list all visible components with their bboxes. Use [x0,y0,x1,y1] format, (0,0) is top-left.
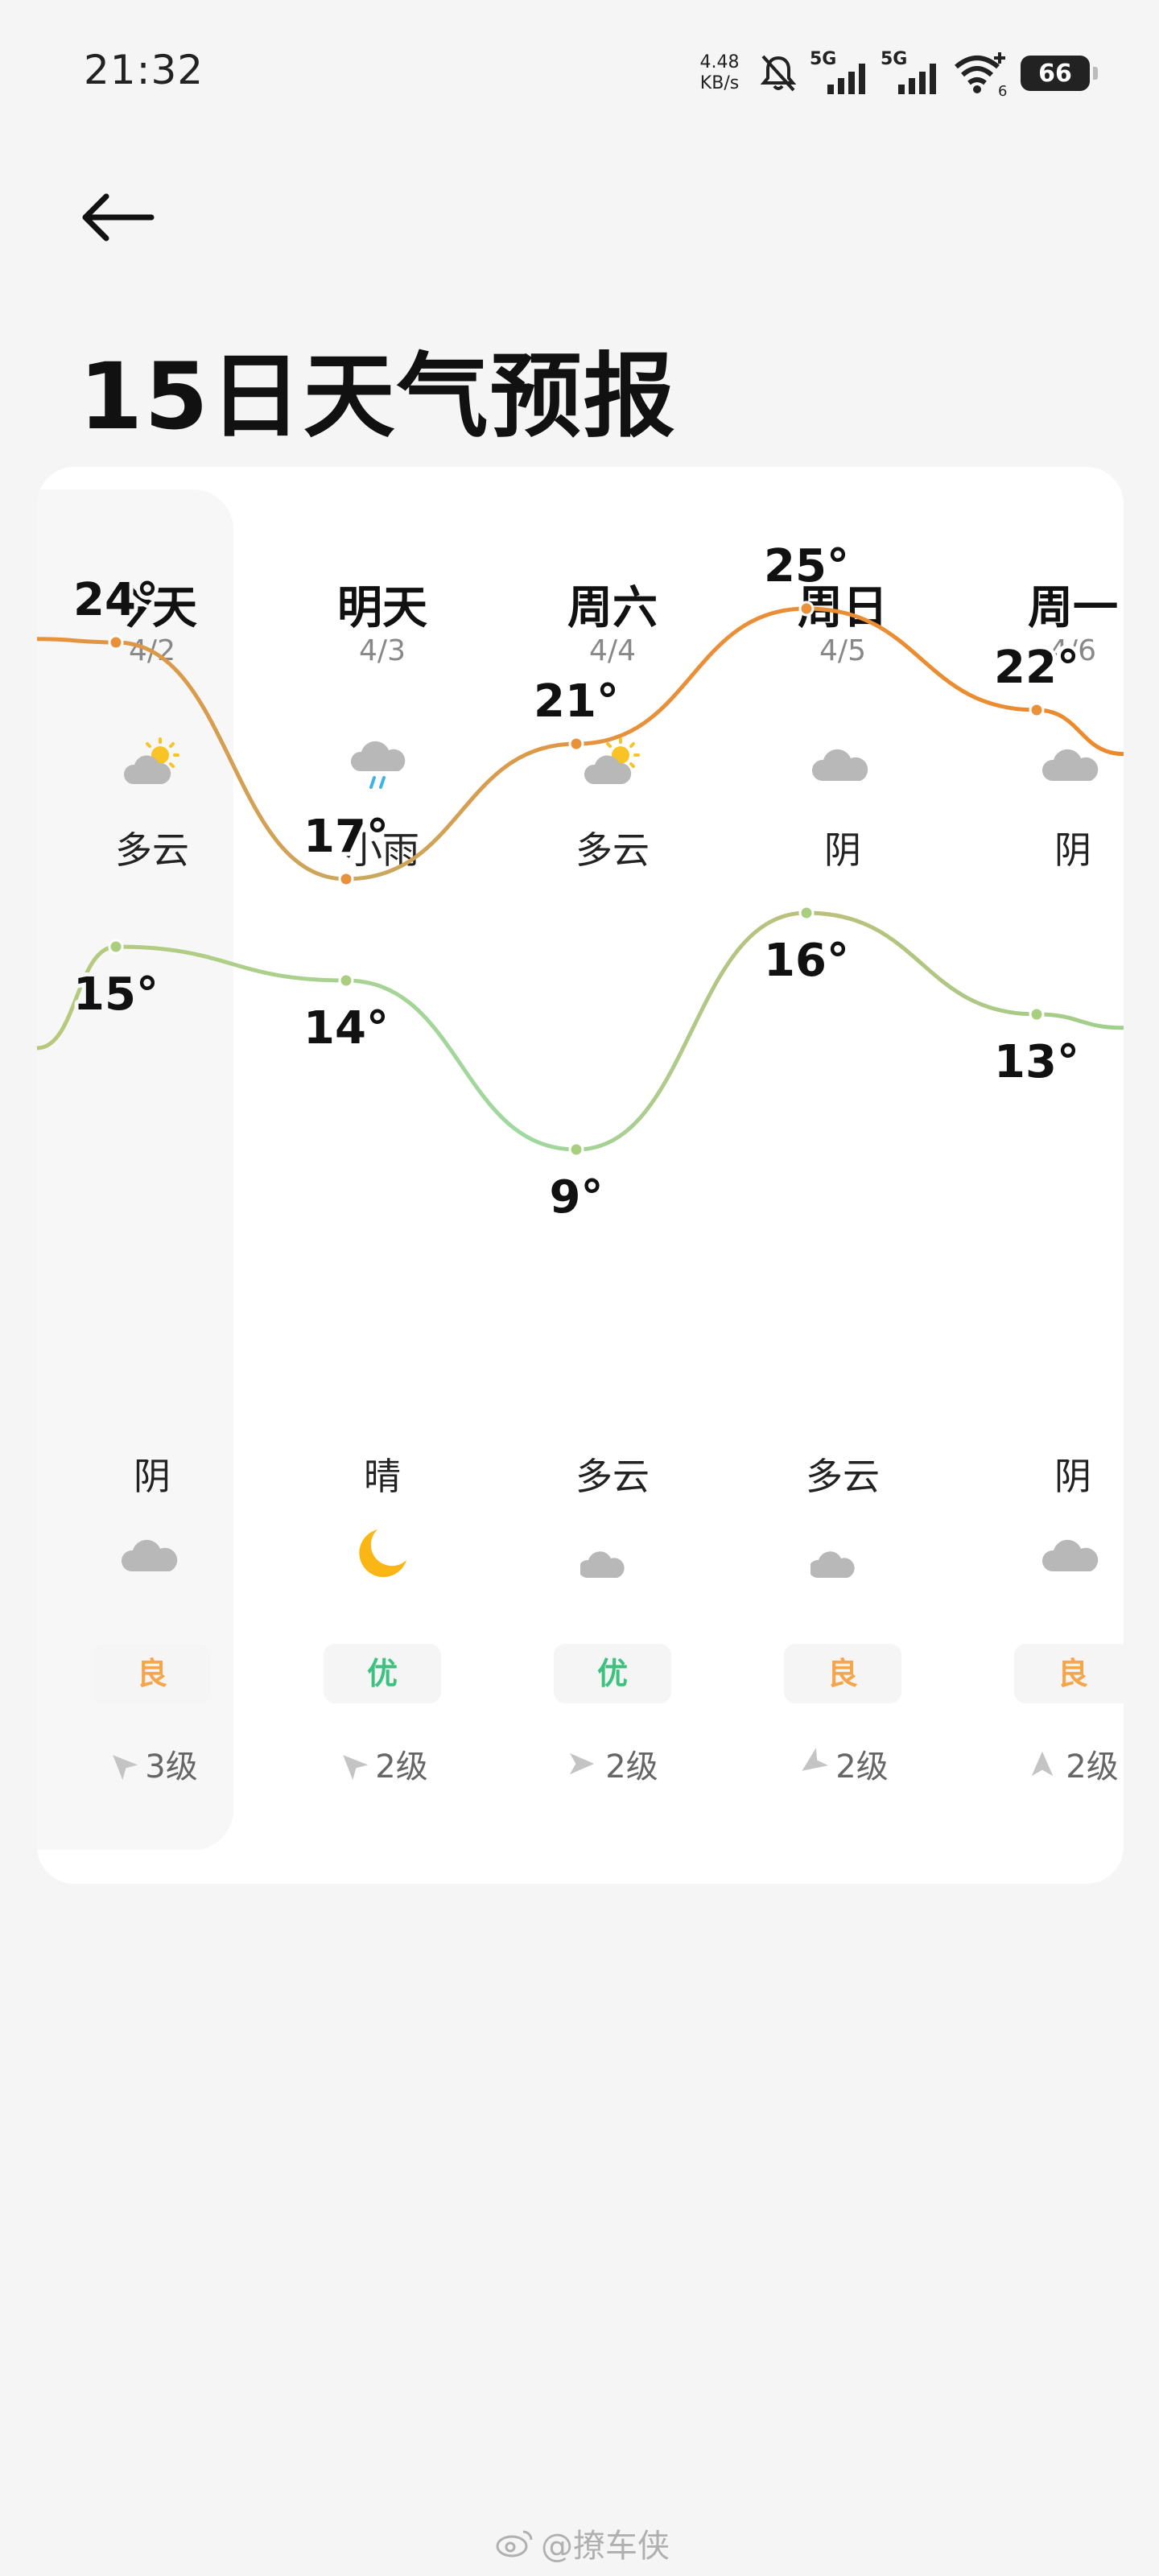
status-icons: 4.48 KB/s 5G 5G 6 66 [692,45,1098,101]
weibo-icon [496,2530,533,2557]
arrow-left-icon [82,193,155,242]
low-temp-point-2 [568,1141,584,1158]
wifi-sub-label: 6 [998,83,1007,97]
low-temp-label-0: 15° [73,968,159,1021]
cellular-signal-1-icon: 5G [810,49,871,97]
high-temp-label-1: 17° [303,811,389,863]
high-temp-point-1 [338,871,354,887]
high-temp-label-4: 22° [994,642,1079,694]
high-temp-point-3 [798,601,815,617]
wifi-icon: 6 [955,52,1007,97]
high-temp-label-2: 21° [534,675,619,728]
temperature-chart: 24° 17° 21° 25° 22° 15° 14° 9° 16° 13° [37,536,1124,1228]
low-temp-point-3 [798,905,815,921]
network-speed-value: 4.48 [699,52,740,72]
network-speed: 4.48 KB/s [692,52,747,94]
network-speed-unit: KB/s [699,73,740,93]
watermark: @撩车侠 [494,2520,670,2566]
low-temp-label-4: 13° [994,1036,1079,1088]
page-title: 15日天气预报 [79,343,677,450]
low-temp-line [37,910,1124,1152]
high-temp-point-4 [1029,702,1045,718]
high-temp-label-3: 25° [764,540,849,592]
low-temp-label-3: 16° [764,935,849,987]
high-temp-point-2 [568,736,584,752]
bell-muted-icon [760,55,797,92]
low-temp-point-1 [338,972,354,989]
forecast-card[interactable]: 今天 4/2 多云 阴 良 3级 明天 4/3 小雨 晴 优 2级 周六 4/4… [37,467,1124,1884]
status-bar: 21:32 4.48 KB/s 5G 5G 6 66 [0,0,1159,145]
cellular-signal-2-icon: 5G [881,49,942,97]
battery-indicator: 66 [1021,56,1098,91]
status-time: 21:32 [84,47,204,93]
low-temp-point-4 [1029,1006,1045,1022]
watermark-text: @撩车侠 [541,2528,670,2565]
high-temp-point-0 [108,634,124,650]
back-button[interactable] [77,185,161,250]
low-temp-point-0 [108,939,124,955]
high-temp-label-0: 24° [73,574,159,626]
low-temp-label-1: 14° [303,1002,389,1055]
low-temp-label-2: 9° [550,1171,604,1224]
